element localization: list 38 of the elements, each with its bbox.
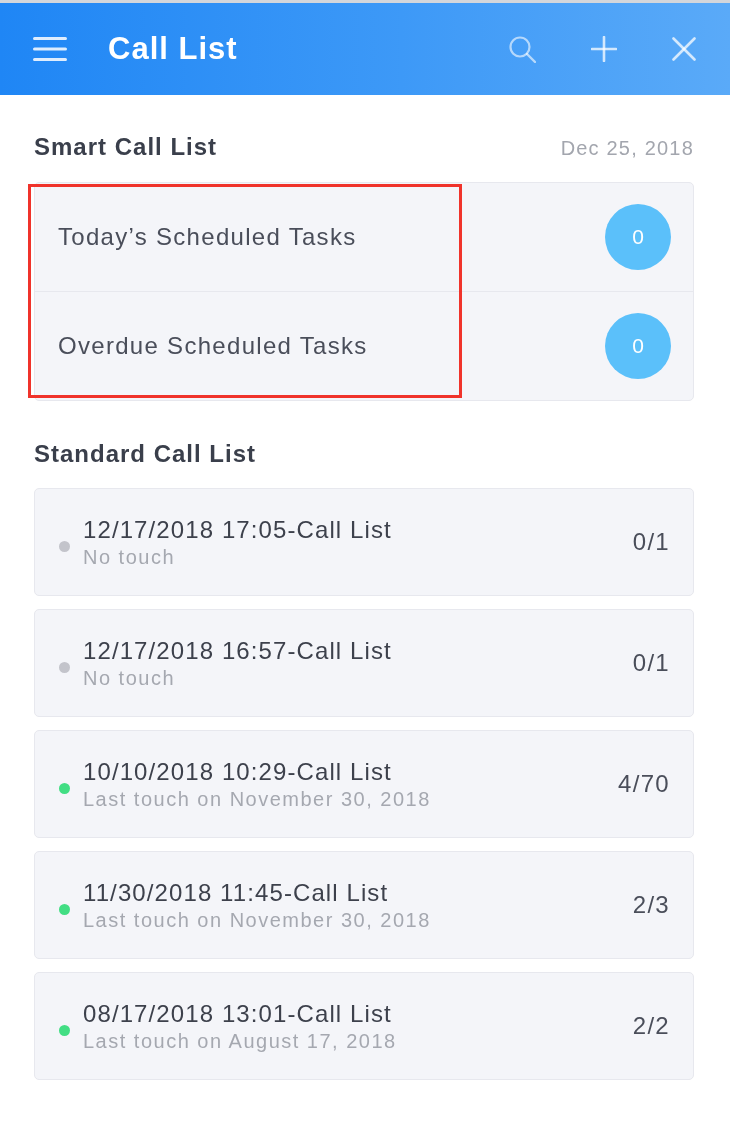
last-touch-text: Last touch on November 30, 2018 <box>83 908 431 932</box>
section-heading: Smart Call List <box>34 133 218 161</box>
close-icon <box>672 37 696 61</box>
progress-count: 2/2 <box>632 1012 670 1040</box>
call-list-title: 12/17/2018 16:57-Call List <box>83 636 392 666</box>
progress-count: 2/3 <box>632 891 670 919</box>
call-list-card[interactable]: 12/17/2018 17:05-Call List No touch 0/1 <box>34 488 694 596</box>
call-list-title: 08/17/2018 13:01-Call List <box>83 999 393 1029</box>
smart-list-item[interactable]: Today’s Scheduled Tasks 0 <box>35 183 693 291</box>
call-list-card[interactable]: 08/17/2018 13:01-Call List Last touch on August 17, 2018 2/2 <box>34 972 694 1080</box>
progress-count: 0/1 <box>632 528 670 556</box>
add-button[interactable] <box>591 36 617 62</box>
menu-button[interactable] <box>33 37 67 61</box>
count-badge: 0 <box>605 204 671 270</box>
call-list-title: 11/30/2018 11:45-Call List <box>83 878 390 908</box>
last-touch-text: Last touch on November 30, 2018 <box>83 787 431 811</box>
task-label: Today’s Scheduled Tasks <box>58 223 357 251</box>
app-title: Call List <box>108 31 238 67</box>
call-list-card[interactable]: 11/30/2018 11:45-Call List Last touch on November 30, 2018 2/3 <box>34 851 694 959</box>
section-heading: Standard Call List <box>34 440 257 468</box>
smart-list-item[interactable]: Overdue Scheduled Tasks 0 <box>35 291 693 400</box>
call-list-card[interactable]: 10/10/2018 10:29-Call List Last touch on November 30, 2018 4/70 <box>34 730 694 838</box>
plus-icon <box>591 36 617 62</box>
call-list-title: 12/17/2018 17:05-Call List <box>83 515 392 545</box>
progress-count: 4/70 <box>618 770 670 798</box>
last-touch-text: No touch <box>83 545 177 569</box>
search-button[interactable] <box>509 35 536 63</box>
close-button[interactable] <box>672 37 696 61</box>
call-list-card[interactable]: 12/17/2018 16:57-Call List No touch 0/1 <box>34 609 694 717</box>
last-touch-text: No touch <box>83 666 177 690</box>
search-icon <box>509 35 536 63</box>
count-badge: 0 <box>605 313 671 379</box>
progress-count: 0/1 <box>632 649 670 677</box>
date-label: Dec 25, 2018 <box>560 136 694 161</box>
call-list-title: 10/10/2018 10:29-Call List <box>83 757 393 787</box>
last-touch-text: Last touch on August 17, 2018 <box>83 1029 397 1053</box>
menu-icon <box>33 37 67 61</box>
task-label: Overdue Scheduled Tasks <box>58 332 368 360</box>
